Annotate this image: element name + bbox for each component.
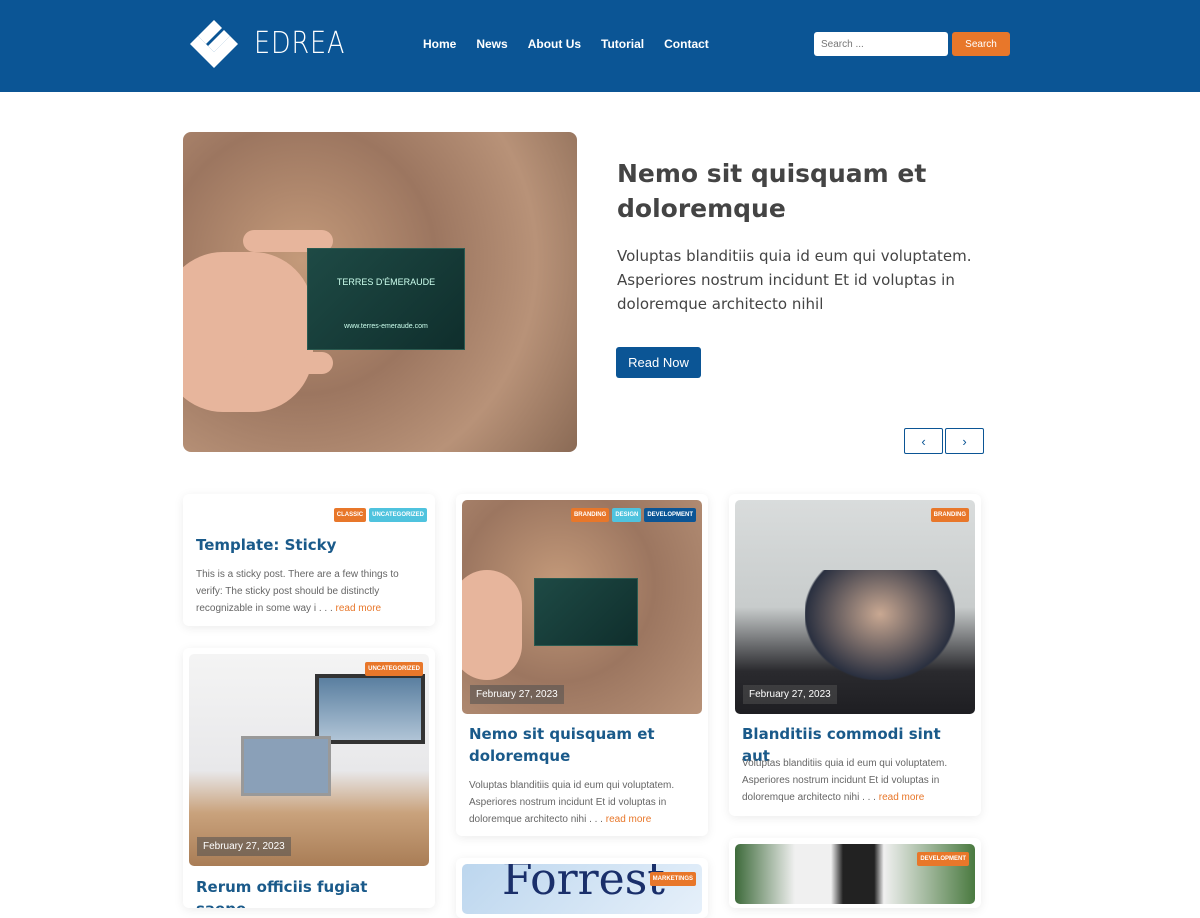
- post-tags: Branding Design Development: [570, 508, 696, 522]
- post-date: February 27, 2023: [743, 685, 837, 704]
- post-title[interactable]: Nemo sit quisquam et doloremque: [469, 723, 694, 767]
- tag[interactable]: Uncategorized: [365, 662, 423, 676]
- business-card: TERRES D'ÉMERAUDE www.terres-emeraude.co…: [307, 248, 465, 350]
- post-date: February 27, 2023: [470, 685, 564, 704]
- tag[interactable]: Development: [644, 508, 696, 522]
- search-input[interactable]: [814, 32, 948, 56]
- brand-name: EDREA: [254, 25, 346, 61]
- post-tags: Marketings: [649, 872, 696, 886]
- tag[interactable]: Marketings: [649, 872, 696, 886]
- hand-shape: [183, 252, 313, 412]
- tag[interactable]: Branding: [930, 508, 969, 522]
- post-title[interactable]: Rerum officiis fugiat saepe: [196, 876, 421, 908]
- logo[interactable]: EDREA: [186, 18, 361, 68]
- business-card: [534, 578, 638, 646]
- post-excerpt: This is a sticky post. There are a few t…: [196, 566, 424, 617]
- laptop-shape: [241, 736, 331, 796]
- magazine-title: Forrest: [502, 864, 665, 905]
- thumb-shape: [243, 352, 333, 374]
- hand-shape: [462, 570, 522, 680]
- business-card-url: www.terres-emeraude.com: [344, 323, 428, 330]
- slider-prev-button[interactable]: ‹: [904, 428, 943, 454]
- tag[interactable]: Development: [917, 852, 969, 866]
- nav-contact[interactable]: Contact: [664, 37, 709, 51]
- site-header: EDREA Home News About Us Tutorial Contac…: [0, 0, 1200, 92]
- read-more-link[interactable]: read more: [606, 814, 652, 825]
- people-shape: [805, 570, 955, 680]
- read-now-button[interactable]: Read Now: [616, 347, 701, 378]
- business-card-title: TERRES D'ÉMERAUDE: [336, 277, 436, 287]
- post-image[interactable]: Branding February 27, 2023: [735, 500, 975, 714]
- tag[interactable]: Design: [612, 508, 642, 522]
- tag[interactable]: Uncategorized: [369, 508, 427, 522]
- hero-text: Voluptas blanditiis quia id eum qui volu…: [617, 247, 972, 313]
- post-date: February 27, 2023: [197, 837, 291, 856]
- main-nav: Home News About Us Tutorial Contact: [423, 37, 709, 51]
- post-image[interactable]: Forrest Marketings: [462, 864, 702, 914]
- post-tags: Uncategorized: [365, 662, 423, 676]
- post-card: Development: [729, 838, 981, 908]
- post-title[interactable]: Template: Sticky: [196, 534, 421, 556]
- post-tags: Development: [917, 852, 969, 866]
- post-image[interactable]: Development: [735, 844, 975, 904]
- logo-icon: [190, 20, 238, 68]
- slider-next-button[interactable]: ›: [945, 428, 984, 454]
- monitor-shape: [315, 674, 425, 744]
- nav-about-us[interactable]: About Us: [528, 37, 581, 51]
- read-more-link[interactable]: read more: [336, 603, 382, 614]
- post-excerpt: Voluptas blanditiis quia id eum qui volu…: [742, 755, 970, 806]
- post-image[interactable]: Uncategorized February 27, 2023: [189, 654, 429, 866]
- nav-tutorial[interactable]: Tutorial: [601, 37, 644, 51]
- post-card: Classic Uncategorized Template: Sticky T…: [183, 494, 435, 626]
- post-card: Branding February 27, 2023 Blanditiis co…: [729, 494, 981, 816]
- post-card: Branding Design Development February 27,…: [456, 494, 708, 836]
- tag[interactable]: Branding: [570, 508, 610, 522]
- post-card: Uncategorized February 27, 2023 Rerum of…: [183, 648, 435, 908]
- post-excerpt: Voluptas blanditiis quia id eum qui volu…: [469, 777, 697, 828]
- post-card: Forrest Marketings: [456, 858, 708, 918]
- nav-home[interactable]: Home: [423, 37, 456, 51]
- post-tags: Classic Uncategorized: [333, 508, 427, 522]
- nav-news[interactable]: News: [476, 37, 507, 51]
- search-button[interactable]: Search: [952, 32, 1010, 56]
- tag[interactable]: Classic: [333, 508, 367, 522]
- hero-image: TERRES D'ÉMERAUDE www.terres-emeraude.co…: [183, 132, 577, 452]
- read-more-link[interactable]: read more: [879, 792, 925, 803]
- post-tags: Branding: [930, 508, 969, 522]
- hero-title[interactable]: Nemo sit quisquam et doloremque: [617, 156, 957, 226]
- post-image[interactable]: Branding Design Development February 27,…: [462, 500, 702, 714]
